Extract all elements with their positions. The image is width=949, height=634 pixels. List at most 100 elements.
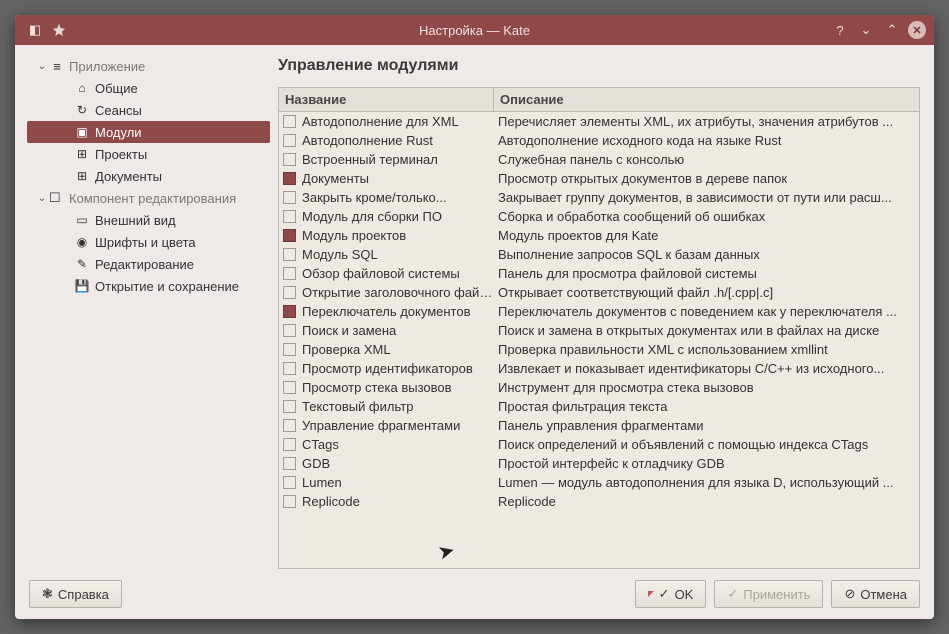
module-desc: Выполнение запросов SQL к базам данных xyxy=(494,247,915,262)
close-icon[interactable]: ✕ xyxy=(908,21,926,39)
sidebar-item-opensave[interactable]: 💾 Открытие и сохранение xyxy=(27,275,270,297)
module-desc: Lumen — модуль автодополнения для языка … xyxy=(494,475,915,490)
help-btn-icon: ❃ xyxy=(42,586,53,602)
module-name: GDB xyxy=(302,456,494,471)
table-row[interactable]: Просмотр стека вызововИнструмент для про… xyxy=(279,378,919,397)
maximize-icon[interactable]: ⌃ xyxy=(882,20,902,40)
module-checkbox[interactable] xyxy=(283,210,296,223)
module-desc: Replicode xyxy=(494,494,915,509)
table-row[interactable]: Открытие заголовочного файлаОткрывает со… xyxy=(279,283,919,302)
sidebar-item-fonts[interactable]: ◉ Шрифты и цвета xyxy=(27,231,270,253)
module-checkbox[interactable] xyxy=(283,362,296,375)
sidebar-item-editing[interactable]: ✎ Редактирование xyxy=(27,253,270,275)
cancel-button[interactable]: ⊘ Отмена xyxy=(831,580,920,608)
module-checkbox[interactable] xyxy=(283,153,296,166)
table-row[interactable]: Встроенный терминалСлужебная панель с ко… xyxy=(279,150,919,169)
sidebar-item-sessions[interactable]: ↻ Сеансы xyxy=(27,99,270,121)
table-row[interactable]: Автодополнение RustАвтодополнение исходн… xyxy=(279,131,919,150)
module-desc: Панель управления фрагментами xyxy=(494,418,915,433)
table-row[interactable]: ДокументыПросмотр открытых документов в … xyxy=(279,169,919,188)
pin-icon[interactable] xyxy=(49,20,69,40)
dialog-window: ◧ Настройка — Kate ? ⌄ ⌃ ✕ ⌄ ≡ Приложени… xyxy=(15,15,934,619)
col-desc-header[interactable]: Описание xyxy=(494,88,919,111)
module-name: Автодополнение для XML xyxy=(302,114,494,129)
projects-icon: ⊞ xyxy=(73,147,91,161)
sidebar-header-app[interactable]: ⌄ ≡ Приложение xyxy=(27,55,270,77)
module-name: Модуль SQL xyxy=(302,247,494,262)
table-row[interactable]: Поиск и заменаПоиск и замена в открытых … xyxy=(279,321,919,340)
module-checkbox[interactable] xyxy=(283,286,296,299)
table-row[interactable]: Модуль SQLВыполнение запросов SQL к база… xyxy=(279,245,919,264)
module-checkbox[interactable] xyxy=(283,495,296,508)
module-checkbox[interactable] xyxy=(283,343,296,356)
module-checkbox[interactable] xyxy=(283,457,296,470)
module-checkbox[interactable] xyxy=(283,229,296,242)
module-checkbox[interactable] xyxy=(283,267,296,280)
module-name: Lumen xyxy=(302,475,494,490)
collapse-icon[interactable]: ⌄ xyxy=(35,193,49,204)
check-icon: ✓ xyxy=(659,586,670,602)
content-area: ⌄ ≡ Приложение ⌂ Общие ↻ Сеансы ▣ Модули… xyxy=(15,45,934,569)
module-checkbox[interactable] xyxy=(283,134,296,147)
table-row[interactable]: Модуль для сборки ПОСборка и обработка с… xyxy=(279,207,919,226)
table-row[interactable]: Автодополнение для XMLПеречисляет элемен… xyxy=(279,112,919,131)
module-checkbox[interactable] xyxy=(283,248,296,261)
sidebar-item-general[interactable]: ⌂ Общие xyxy=(27,77,270,99)
sidebar-header-editor[interactable]: ⌄ ☐ Компонент редактирования xyxy=(27,187,270,209)
module-name: Поиск и замена xyxy=(302,323,494,338)
footer: ❃ Справка ✓ OK ✓ Применить ⊘ Отмена xyxy=(15,569,934,619)
documents-icon: ⊞ xyxy=(73,169,91,183)
collapse-icon[interactable]: ⌄ xyxy=(35,61,49,72)
help-icon[interactable]: ? xyxy=(830,20,850,40)
module-checkbox[interactable] xyxy=(283,191,296,204)
table-row[interactable]: Проверка XMLПроверка правильности XML с … xyxy=(279,340,919,359)
table-row[interactable]: Закрыть кроме/только...Закрывает группу … xyxy=(279,188,919,207)
module-desc: Проверка правильности XML с использовани… xyxy=(494,342,915,357)
refresh-icon: ↻ xyxy=(73,103,91,117)
table-row[interactable]: Обзор файловой системыПанель для просмот… xyxy=(279,264,919,283)
module-checkbox[interactable] xyxy=(283,172,296,185)
sidebar-item-modules[interactable]: ▣ Модули xyxy=(27,121,270,143)
ok-btn-label: OK xyxy=(675,587,694,602)
table-row[interactable]: LumenLumen — модуль автодополнения для я… xyxy=(279,473,919,492)
module-desc: Модуль проектов для Kate xyxy=(494,228,915,243)
table-row[interactable]: Текстовый фильтрПростая фильтрация текст… xyxy=(279,397,919,416)
sidebar-item-projects[interactable]: ⊞ Проекты xyxy=(27,143,270,165)
help-button[interactable]: ❃ Справка xyxy=(29,580,122,608)
minimize-icon[interactable]: ⌄ xyxy=(856,20,876,40)
apply-button: ✓ Применить xyxy=(714,580,823,608)
table-row[interactable]: CTagsПоиск определений и объявлений с по… xyxy=(279,435,919,454)
module-desc: Панель для просмотра файловой системы xyxy=(494,266,915,281)
home-icon: ⌂ xyxy=(73,81,91,95)
table-row[interactable]: ReplicodeReplicode xyxy=(279,492,919,511)
module-checkbox[interactable] xyxy=(283,419,296,432)
apply-btn-label: Применить xyxy=(743,587,810,602)
module-checkbox[interactable] xyxy=(283,305,296,318)
module-checkbox[interactable] xyxy=(283,438,296,451)
module-name: Управление фрагментами xyxy=(302,418,494,433)
table-row[interactable]: Модуль проектовМодуль проектов для Kate xyxy=(279,226,919,245)
module-checkbox[interactable] xyxy=(283,115,296,128)
module-desc: Извлекает и показывает идентификаторы C/… xyxy=(494,361,915,376)
sidebar-item-appearance[interactable]: ▭ Внешний вид xyxy=(27,209,270,231)
table-row[interactable]: Управление фрагментамиПанель управления … xyxy=(279,416,919,435)
sidebar-item-documents[interactable]: ⊞ Документы xyxy=(27,165,270,187)
table-row[interactable]: Переключатель документовПереключатель до… xyxy=(279,302,919,321)
module-checkbox[interactable] xyxy=(283,400,296,413)
module-desc: Просмотр открытых документов в дереве па… xyxy=(494,171,915,186)
module-checkbox[interactable] xyxy=(283,381,296,394)
module-desc: Открывает соответствующий файл .h/[.cpp|… xyxy=(494,285,915,300)
menu-icon[interactable]: ◧ xyxy=(25,20,45,40)
cancel-btn-label: Отмена xyxy=(860,587,907,602)
module-name: Просмотр стека вызовов xyxy=(302,380,494,395)
ok-button[interactable]: ✓ OK xyxy=(635,580,707,608)
col-name-header[interactable]: Название xyxy=(279,88,494,111)
page-title: Управление модулями xyxy=(278,57,920,75)
module-desc: Закрывает группу документов, в зависимос… xyxy=(494,190,915,205)
table-row[interactable]: GDBПростой интерфейс к отладчику GDB xyxy=(279,454,919,473)
module-checkbox[interactable] xyxy=(283,324,296,337)
module-name: Проверка XML xyxy=(302,342,494,357)
table-row[interactable]: Просмотр идентификаторовИзвлекает и пока… xyxy=(279,359,919,378)
appearance-icon: ▭ xyxy=(73,213,91,227)
module-checkbox[interactable] xyxy=(283,476,296,489)
